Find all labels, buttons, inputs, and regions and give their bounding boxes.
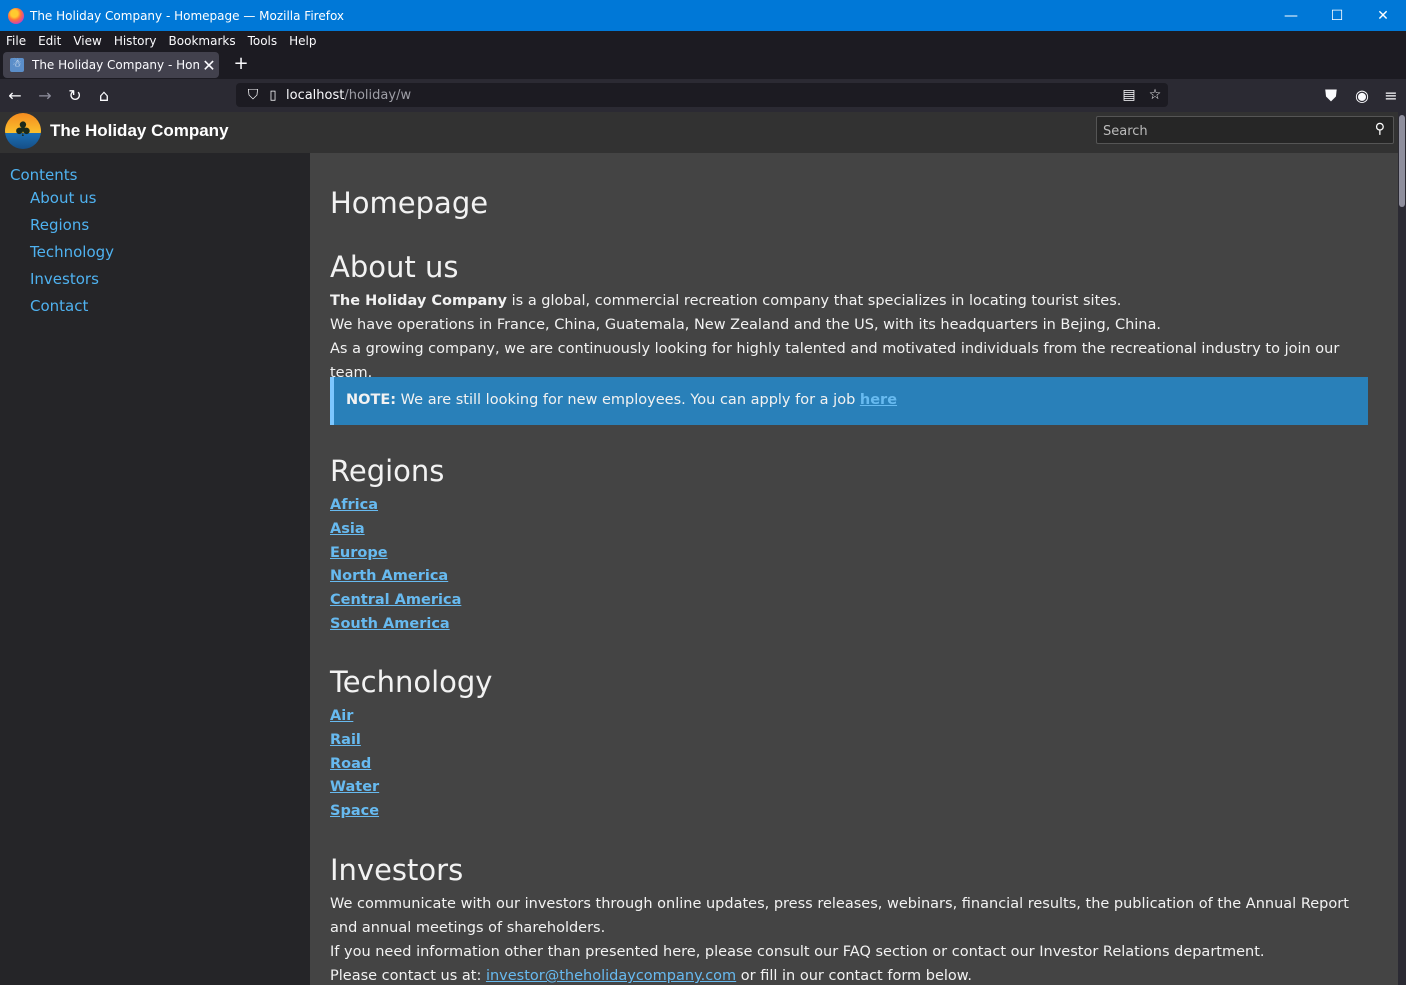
close-window-button[interactable]: ✕ (1360, 0, 1406, 31)
tab-strip: ☃ The Holiday Company - Homepage ✕ + (0, 51, 1406, 79)
tech-link-road[interactable]: Road (330, 756, 371, 772)
investors-line-3-suffix: or fill in our contact form below. (736, 968, 972, 984)
menu-history[interactable]: History (114, 34, 157, 48)
forward-icon[interactable]: → (33, 84, 57, 108)
tab-title: The Holiday Company - Homepage (32, 58, 199, 72)
bookmark-star-icon[interactable]: ☆ (1142, 87, 1168, 103)
region-link-africa[interactable]: Africa (330, 497, 378, 513)
search-input[interactable] (1097, 117, 1365, 145)
back-icon[interactable]: ← (3, 84, 27, 108)
shield-icon[interactable]: ⛉ (242, 87, 264, 103)
menu-bookmarks[interactable]: Bookmarks (169, 34, 236, 48)
note-text: We are still looking for new employees. … (396, 392, 860, 408)
heading-about-us: About us (330, 250, 459, 284)
site-header: ♣ The Holiday Company ⚲ (0, 112, 1406, 154)
investors-paragraph: We communicate with our investors throug… (330, 892, 1370, 985)
home-icon[interactable]: ⌂ (92, 84, 116, 108)
investor-email-link[interactable]: investor@theholidaycompany.com (486, 968, 736, 984)
accessibility-favicon-icon: ☃ (10, 58, 24, 72)
url-path: /holiday/w (344, 87, 412, 103)
region-link-central-america[interactable]: Central America (330, 592, 461, 608)
investors-line-2: If you need information other than prese… (330, 944, 1265, 960)
pocket-icon[interactable]: ⛊ (1319, 84, 1343, 108)
sidebar-item-regions[interactable]: Regions (30, 216, 114, 243)
scrollbar-thumb[interactable] (1399, 115, 1405, 207)
heading-regions: Regions (330, 454, 445, 488)
company-logo[interactable]: ♣ (5, 113, 41, 149)
tech-link-rail[interactable]: Rail (330, 732, 361, 748)
investors-line-3-prefix: Please contact us at: (330, 968, 486, 984)
region-link-asia[interactable]: Asia (330, 521, 365, 537)
sidebar-item-about-us[interactable]: About us (30, 189, 114, 216)
sidebar-item-technology[interactable]: Technology (30, 243, 114, 270)
about-line-2: We have operations in France, China, Gua… (330, 317, 1161, 333)
tech-link-space[interactable]: Space (330, 803, 379, 819)
page-icon: ▯ (269, 87, 277, 103)
regions-list: Africa Asia Europe North America Central… (330, 494, 461, 637)
tab-close-icon[interactable]: ✕ (199, 56, 219, 75)
tech-link-water[interactable]: Water (330, 779, 379, 795)
company-name-bold: The Holiday Company (330, 293, 508, 309)
menu-bar: File Edit View History Bookmarks Tools H… (0, 31, 1406, 51)
url-host: localhost (286, 87, 345, 103)
minimize-button[interactable]: — (1268, 0, 1314, 31)
region-link-south-america[interactable]: South America (330, 616, 450, 632)
site-title[interactable]: The Holiday Company (50, 121, 229, 141)
page-scrollbar[interactable] (1398, 112, 1406, 985)
window-titlebar: The Holiday Company - Homepage — Mozilla… (0, 0, 1406, 31)
menu-tools[interactable]: Tools (248, 34, 278, 48)
sidebar-list: About us Regions Technology Investors Co… (30, 189, 114, 324)
sidebar-item-investors[interactable]: Investors (30, 270, 114, 297)
maximize-button[interactable]: ☐ (1314, 0, 1360, 31)
note-callout: NOTE: We are still looking for new emplo… (330, 377, 1368, 425)
about-paragraph: The Holiday Company is a global, commerc… (330, 289, 1370, 385)
reload-icon[interactable]: ↻ (63, 84, 87, 108)
tech-link-air[interactable]: Air (330, 708, 353, 724)
search-icon[interactable]: ⚲ (1375, 121, 1385, 137)
menu-help[interactable]: Help (289, 34, 316, 48)
region-link-europe[interactable]: Europe (330, 545, 388, 561)
sidebar-item-contact[interactable]: Contact (30, 297, 114, 324)
technology-list: Air Rail Road Water Space (330, 705, 379, 824)
menu-view[interactable]: View (73, 34, 101, 48)
firefox-logo-icon (8, 7, 24, 24)
url-bar[interactable]: ⛉ ▯ localhost/holiday/w ▤ ☆ (236, 83, 1168, 107)
heading-investors: Investors (330, 853, 464, 887)
tab-homepage[interactable]: ☃ The Holiday Company - Homepage ✕ (3, 52, 219, 78)
menu-file[interactable]: File (6, 34, 26, 48)
navigation-toolbar: ← → ↻ ⌂ ⛉ ▯ localhost/holiday/w ▤ ☆ ⛊ ◉ … (0, 79, 1406, 112)
search-box[interactable]: ⚲ (1096, 116, 1394, 145)
region-link-north-america[interactable]: North America (330, 568, 448, 584)
reader-mode-icon[interactable]: ▤ (1116, 87, 1142, 103)
about-line-1: is a global, commercial recreation compa… (507, 293, 1122, 309)
menu-icon[interactable]: ≡ (1379, 84, 1403, 108)
palm-tree-icon: ♣ (14, 117, 32, 141)
new-tab-button[interactable]: + (230, 53, 252, 75)
sidebar-heading-contents[interactable]: Contents (10, 166, 77, 184)
heading-technology: Technology (330, 665, 493, 699)
window-title: The Holiday Company - Homepage — Mozilla… (30, 8, 345, 23)
account-icon[interactable]: ◉ (1350, 84, 1374, 108)
menu-edit[interactable]: Edit (38, 34, 61, 48)
apply-job-link[interactable]: here (860, 392, 897, 408)
main-content: Homepage About us The Holiday Company is… (310, 153, 1398, 985)
sidebar: Contents About us Regions Technology Inv… (0, 153, 310, 985)
page-title: Homepage (330, 186, 489, 220)
investors-line-1: We communicate with our investors throug… (330, 896, 1349, 936)
note-label: NOTE: (346, 392, 397, 408)
